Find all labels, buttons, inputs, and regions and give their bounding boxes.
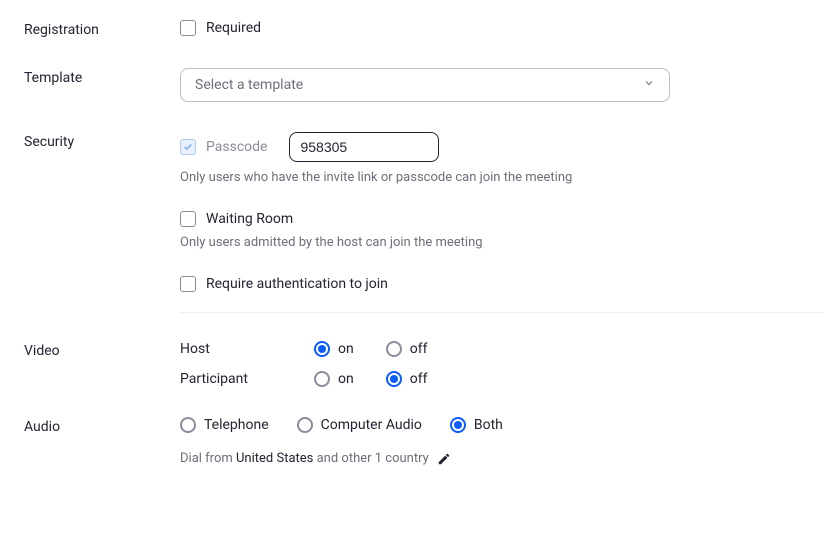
- security-label: Security: [0, 132, 180, 150]
- video-label: Video: [0, 341, 180, 359]
- passcode-label: Passcode: [206, 139, 267, 155]
- template-select[interactable]: Select a template: [180, 68, 670, 102]
- checkbox-icon: [180, 276, 196, 292]
- require-auth-option[interactable]: Require authentication to join: [180, 276, 808, 292]
- passcode-item: Passcode Only users who have the invite …: [180, 132, 808, 185]
- radio-icon: [386, 341, 402, 357]
- video-host-row: Host on off: [180, 341, 808, 357]
- dial-from-line: Dial from United States and other 1 coun…: [180, 451, 808, 466]
- passcode-hint: Only users who have the invite link or p…: [180, 170, 808, 185]
- radio-icon: [297, 417, 313, 433]
- audio-group: Telephone Computer Audio Both: [180, 417, 808, 433]
- registration-content: Required: [180, 20, 824, 36]
- registration-row: Registration Required: [0, 20, 824, 38]
- video-participant-row: Participant on off: [180, 371, 808, 387]
- waiting-room-hint: Only users admitted by the host can join…: [180, 235, 808, 250]
- telephone-label: Telephone: [204, 417, 269, 433]
- require-auth-item: Require authentication to join: [180, 276, 808, 292]
- video-host-group: on off: [314, 341, 427, 357]
- on-label: on: [338, 371, 354, 387]
- audio-row: Audio Telephone Computer Audio Both Dial…: [0, 417, 824, 466]
- require-auth-label: Require authentication to join: [206, 276, 388, 292]
- video-host-on[interactable]: on: [314, 341, 354, 357]
- checkbox-icon: [180, 211, 196, 227]
- edit-icon[interactable]: [437, 452, 451, 466]
- security-content: Passcode Only users who have the invite …: [180, 132, 824, 292]
- radio-checked-icon: [314, 341, 330, 357]
- video-participant-off[interactable]: off: [386, 371, 428, 387]
- template-label: Template: [0, 68, 180, 86]
- divider: [180, 312, 824, 313]
- video-row: Video Host on off Participant on: [0, 341, 824, 387]
- dial-country: United States: [236, 451, 313, 466]
- video-participant-on[interactable]: on: [314, 371, 354, 387]
- waiting-room-option[interactable]: Waiting Room: [180, 211, 808, 227]
- registration-label: Registration: [0, 20, 180, 38]
- computer-audio-label: Computer Audio: [321, 417, 422, 433]
- registration-required-option[interactable]: Required: [180, 20, 808, 36]
- registration-required-label: Required: [206, 20, 261, 36]
- audio-telephone[interactable]: Telephone: [180, 417, 269, 433]
- video-content: Host on off Participant on: [180, 341, 824, 387]
- chevron-down-icon: [643, 77, 655, 93]
- radio-icon: [314, 371, 330, 387]
- video-participant-label: Participant: [180, 371, 314, 387]
- template-content: Select a template: [180, 68, 824, 102]
- passcode-input[interactable]: [289, 132, 439, 162]
- security-row: Security Passcode Only users who have th…: [0, 132, 824, 292]
- video-host-label: Host: [180, 341, 314, 357]
- passcode-option: Passcode: [180, 132, 808, 162]
- waiting-room-item: Waiting Room Only users admitted by the …: [180, 211, 808, 250]
- video-participant-group: on off: [314, 371, 427, 387]
- on-label: on: [338, 341, 354, 357]
- audio-content: Telephone Computer Audio Both Dial from …: [180, 417, 824, 466]
- dial-prefix: Dial from: [180, 451, 236, 466]
- audio-both[interactable]: Both: [450, 417, 503, 433]
- audio-computer[interactable]: Computer Audio: [297, 417, 422, 433]
- dial-suffix: and other 1 country: [313, 451, 428, 466]
- radio-checked-icon: [450, 417, 466, 433]
- template-row: Template Select a template: [0, 68, 824, 102]
- both-label: Both: [474, 417, 503, 433]
- audio-label: Audio: [0, 417, 180, 435]
- radio-icon: [180, 417, 196, 433]
- off-label: off: [410, 341, 428, 357]
- radio-checked-icon: [386, 371, 402, 387]
- off-label: off: [410, 371, 428, 387]
- video-host-off[interactable]: off: [386, 341, 428, 357]
- template-select-placeholder: Select a template: [195, 77, 303, 93]
- waiting-room-label: Waiting Room: [206, 211, 293, 227]
- checkbox-checked-icon: [180, 139, 196, 155]
- checkbox-icon: [180, 20, 196, 36]
